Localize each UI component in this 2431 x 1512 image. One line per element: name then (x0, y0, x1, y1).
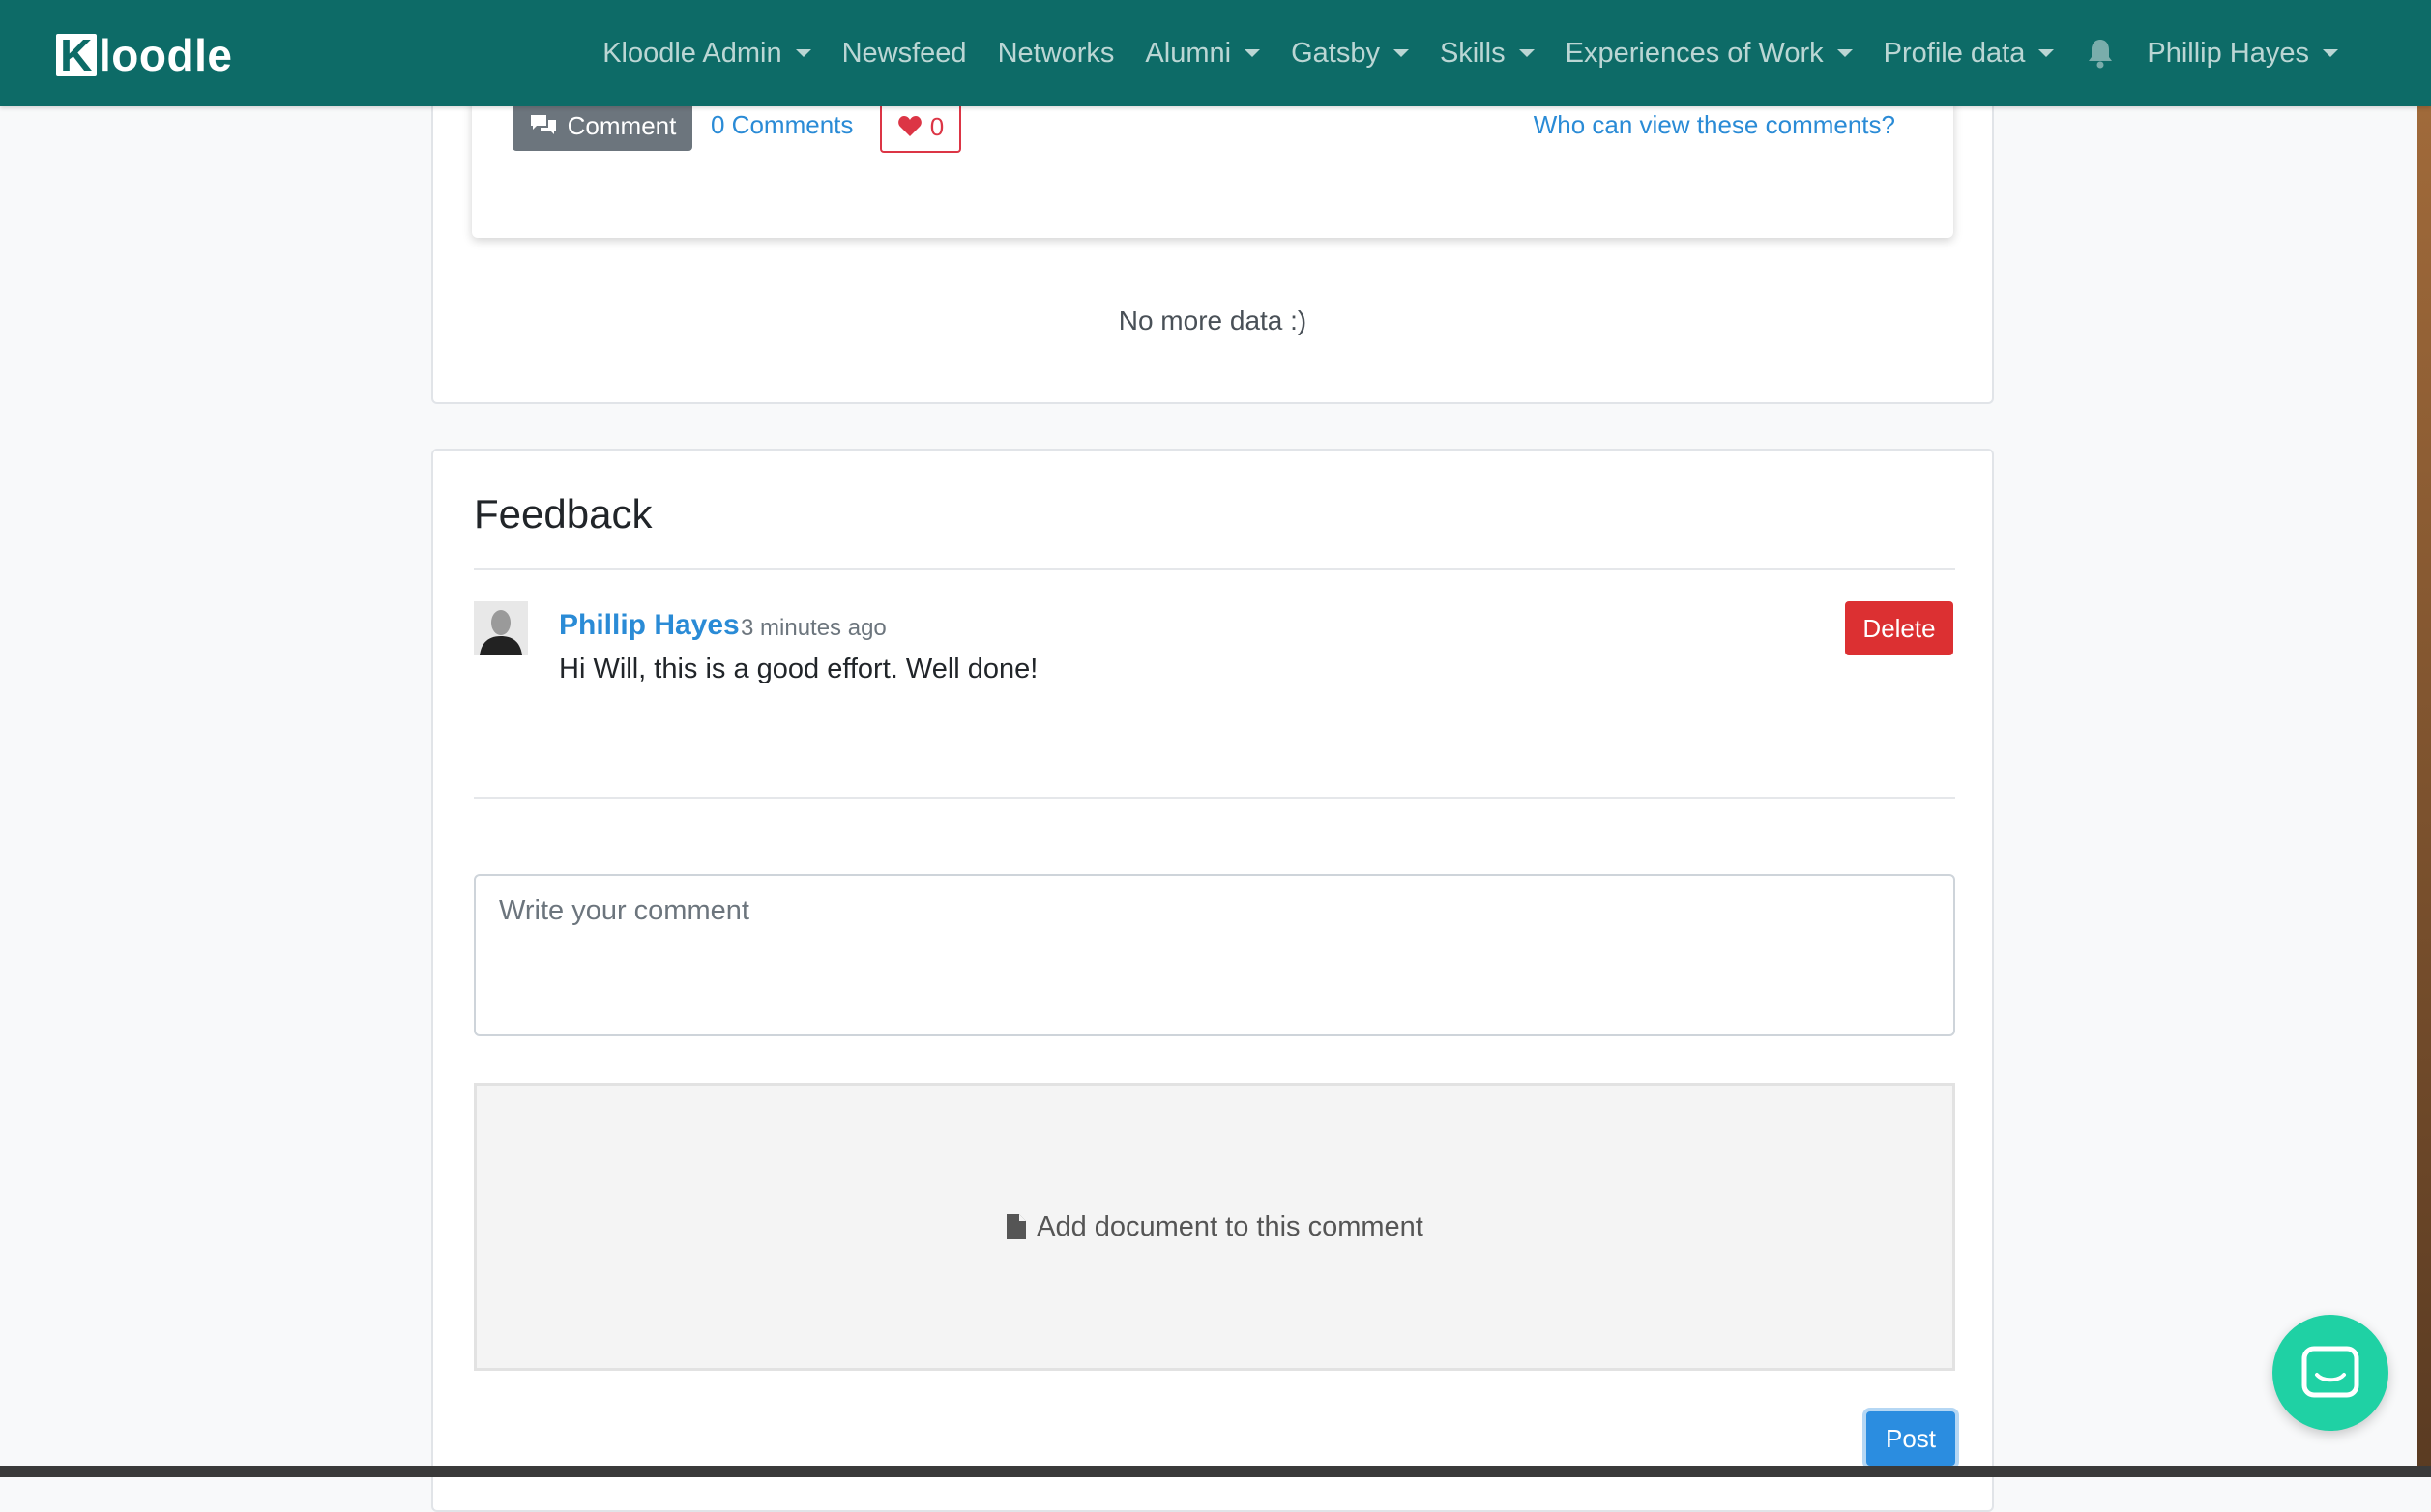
chat-launcher-button[interactable] (2272, 1315, 2388, 1431)
comments-icon (530, 115, 556, 134)
chevron-down-icon (1392, 49, 1409, 57)
avatar[interactable] (474, 601, 528, 655)
divider (474, 797, 1955, 799)
nav-label: Alumni (1145, 37, 1232, 69)
nav-alumni[interactable]: Alumni (1129, 38, 1275, 70)
like-count: 0 (929, 111, 945, 141)
logo-text: loodle (99, 30, 233, 80)
nav-label: Experiences of Work (1565, 37, 1824, 69)
nav-user-menu[interactable]: Phillip Hayes (2131, 38, 2354, 70)
comment-button-label: Comment (567, 110, 677, 140)
comment-input[interactable] (474, 874, 1955, 1036)
who-can-view-link[interactable]: Who can view these comments? (1534, 110, 1895, 140)
comments-count-link[interactable]: 0 Comments (711, 110, 853, 140)
comment-timestamp: 3 minutes ago (741, 615, 887, 641)
nav-kloodle-admin[interactable]: Kloodle Admin (587, 38, 826, 70)
user-name: Phillip Hayes (2147, 37, 2309, 69)
nav-networks[interactable]: Networks (982, 38, 1130, 70)
nav-experiences-of-work[interactable]: Experiences of Work (1550, 38, 1868, 70)
chevron-down-icon (1245, 49, 1261, 57)
nav-profile-data[interactable]: Profile data (1868, 38, 2070, 70)
chat-icon (2301, 1346, 2359, 1398)
nav-skills[interactable]: Skills (1424, 38, 1550, 70)
nav-label: Networks (997, 37, 1115, 69)
top-navbar: K loodle Kloodle Admin Newsfeed Networks… (0, 0, 2431, 106)
bell-icon[interactable] (2087, 38, 2114, 69)
post-button[interactable]: Post (1866, 1411, 1955, 1466)
comment-text: Hi Will, this is a good effort. Well don… (559, 654, 1039, 684)
feedback-title: Feedback (474, 491, 653, 537)
feed-end-message: No more data :) (1118, 305, 1307, 335)
logo-k: K (56, 33, 97, 77)
delete-button[interactable]: Delete (1845, 601, 1953, 655)
chevron-down-icon (1518, 49, 1535, 57)
nav-label: Newsfeed (841, 37, 967, 69)
nav-menu: Kloodle Admin Newsfeed Networks Alumni G… (587, 0, 2354, 106)
comment-author-link[interactable]: Phillip Hayes (559, 609, 740, 642)
chevron-down-icon (1836, 49, 1853, 57)
attach-label: Add document to this comment (1037, 1210, 1423, 1242)
kloodle-logo[interactable]: K loodle (56, 29, 232, 81)
nav-gatsby[interactable]: Gatsby (1275, 38, 1424, 70)
nav-label: Kloodle Admin (602, 37, 782, 69)
desktop-background-edge (2417, 106, 2431, 1477)
nav-newsfeed[interactable]: Newsfeed (827, 38, 982, 70)
taskbar-strip (0, 1466, 2431, 1477)
comment-button[interactable]: Comment (513, 101, 692, 151)
nav-label: Skills (1439, 37, 1506, 69)
nav-label: Gatsby (1291, 37, 1380, 69)
feedback-card: Feedback Phillip Hayes 3 minutes ago Hi … (431, 449, 1994, 1512)
divider (474, 568, 1955, 570)
heart-icon (897, 116, 922, 136)
attach-document-dropzone[interactable]: Add document to this comment (474, 1083, 1955, 1371)
chevron-down-icon (2038, 49, 2055, 57)
chevron-down-icon (2323, 49, 2338, 57)
file-icon (1007, 1214, 1027, 1239)
nav-label: Profile data (1883, 37, 2026, 69)
chevron-down-icon (795, 49, 811, 57)
like-button[interactable]: 0 (880, 101, 961, 153)
